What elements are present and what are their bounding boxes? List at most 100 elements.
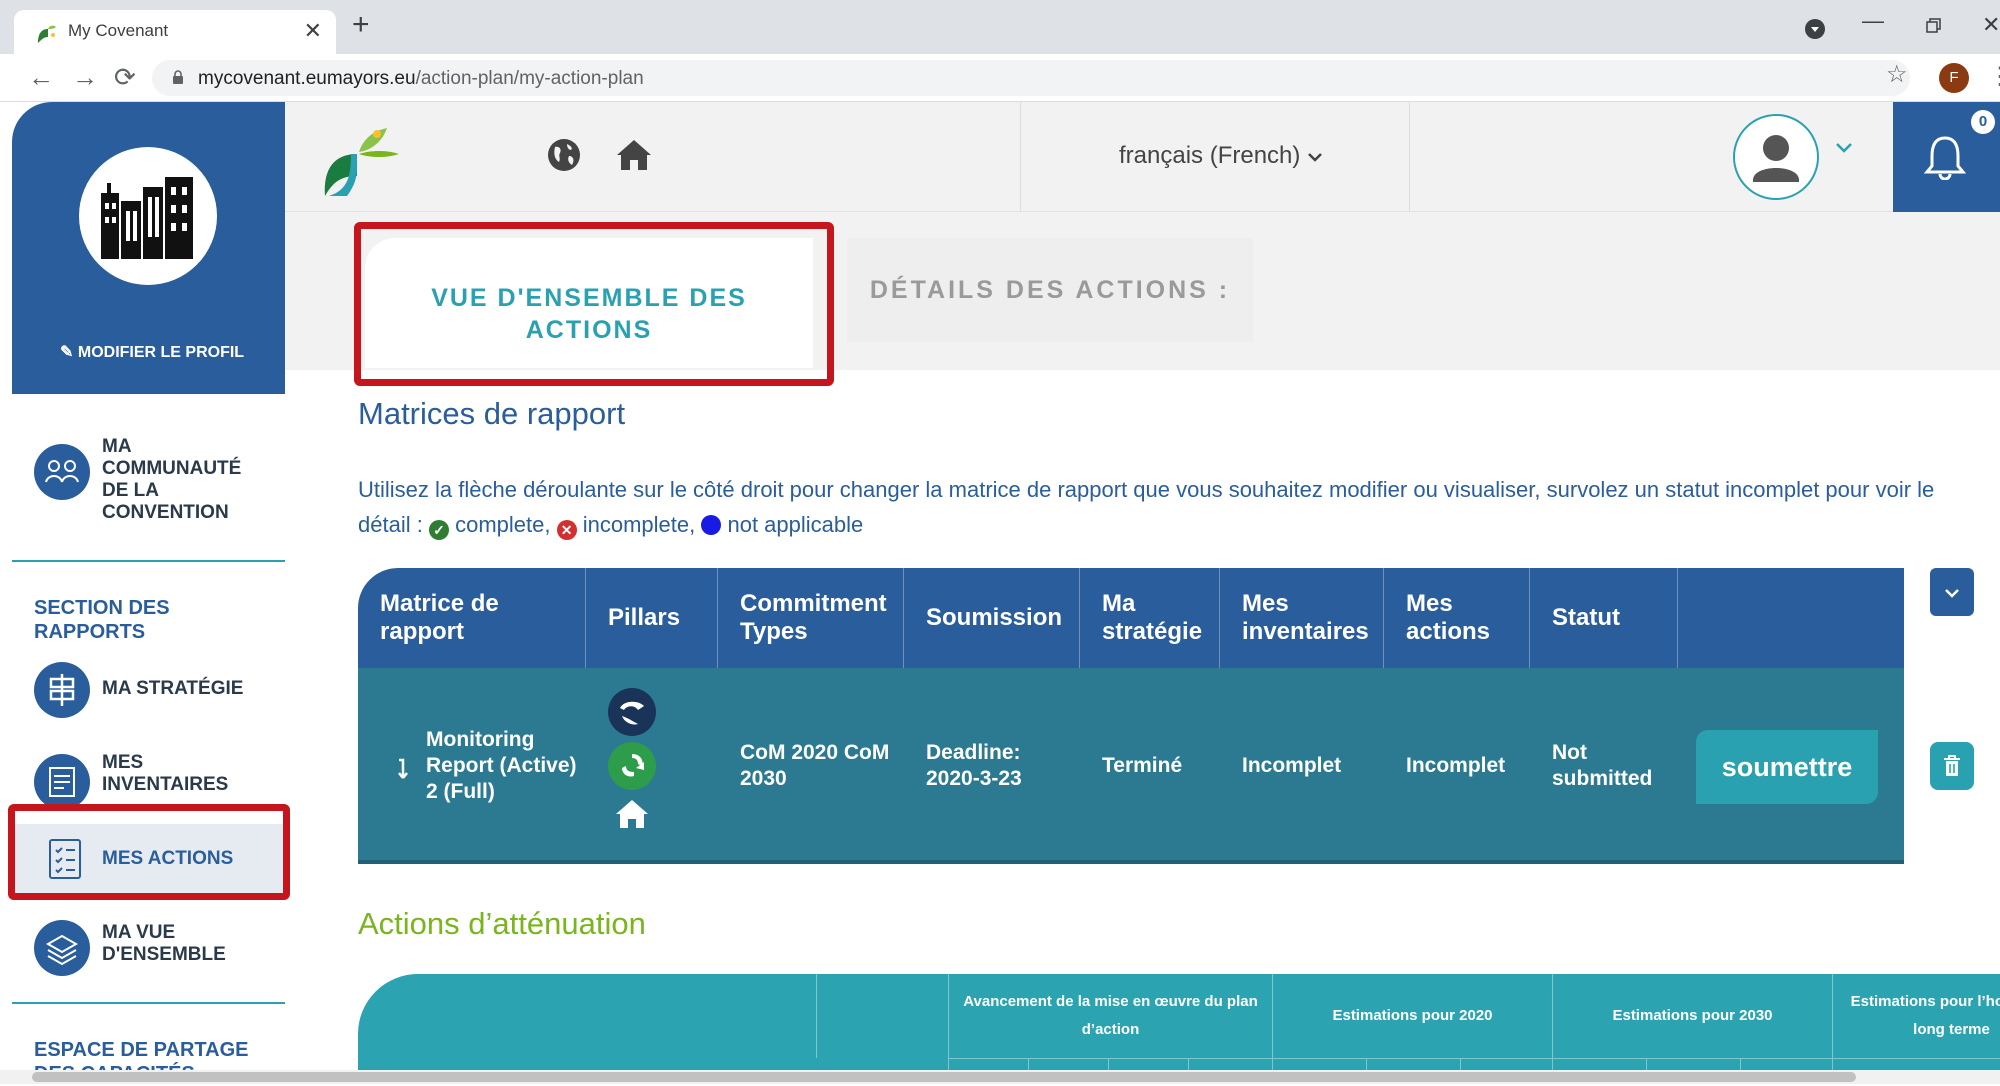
legend-incomplete: incomplete, bbox=[582, 512, 696, 537]
cell-status: Not submitted bbox=[1552, 741, 1653, 790]
mitigation-table: Avancement de la mise en œuvre du plan d… bbox=[358, 974, 2000, 1084]
bell-icon bbox=[1923, 136, 1967, 180]
not-applicable-icon bbox=[701, 515, 722, 535]
horizontal-scrollbar[interactable] bbox=[0, 1070, 2000, 1084]
sidebar: ✎ MODIFIER LE PROFIL MA COMMUNAUTÉ DE LA… bbox=[12, 102, 285, 1085]
matrix-dropdown-button[interactable] bbox=[1930, 568, 1974, 616]
header-actions: Mes actions bbox=[1384, 568, 1530, 668]
url-text: mycovenant.eumayors.eu/action-plan/my-ac… bbox=[198, 68, 644, 89]
language-select[interactable]: français (French) bbox=[1119, 142, 1323, 170]
back-icon[interactable]: ← bbox=[28, 62, 54, 93]
edit-icon: ✎ bbox=[60, 344, 74, 361]
mitigation-header-empty bbox=[816, 974, 948, 1058]
header-matrix: Matrice de rapport bbox=[358, 568, 586, 668]
city-logo bbox=[79, 147, 217, 285]
sidebar-item-community[interactable]: MA COMMUNAUTÉ DE LA CONVENTION bbox=[12, 420, 285, 560]
intro-text: Utilisez la flèche déroulante sur le côt… bbox=[358, 472, 1958, 542]
header-divider bbox=[1409, 102, 1410, 212]
report-matrix-table: Matrice de rapport Pillars Commitment Ty… bbox=[358, 568, 1904, 864]
tab-close-icon[interactable]: ✕ bbox=[304, 18, 322, 44]
table-row: Monitoring Report (Active) 2 (Full) CoM … bbox=[358, 668, 1904, 864]
cell-matrix: Monitoring Report (Active) 2 (Full) bbox=[426, 728, 577, 803]
table-header: Matrice de rapport Pillars Commitment Ty… bbox=[358, 568, 1904, 668]
sidebar-divider bbox=[12, 560, 285, 562]
lock-icon bbox=[173, 70, 183, 84]
energy-poverty-home-icon bbox=[616, 800, 648, 828]
browser-tab-strip: My Covenant ✕ + — ✕ bbox=[0, 0, 2000, 54]
minimize-icon[interactable]: — bbox=[1862, 8, 1884, 34]
home-icon[interactable] bbox=[615, 138, 653, 172]
mitigation-header-2030: Estimations pour 2030 bbox=[1552, 974, 1832, 1058]
cell-submission: Deadline: 2020-3-23 bbox=[926, 741, 1022, 790]
media-control-icon[interactable] bbox=[1804, 18, 1826, 40]
scrollbar-thumb[interactable] bbox=[32, 1072, 1856, 1082]
city-buildings-icon bbox=[101, 177, 193, 259]
sidebar-community-label: MA COMMUNAUTÉ DE LA CONVENTION bbox=[102, 436, 242, 523]
delete-button[interactable] bbox=[1930, 742, 1974, 790]
cell-inventories-status[interactable]: Incomplet bbox=[1220, 668, 1384, 864]
mitigation-pillar-icon bbox=[608, 688, 656, 736]
address-bar: ← → ⟳ mycovenant.eumayors.eu/action-plan… bbox=[0, 54, 2000, 102]
mitigation-header-2020: Estimations pour 2020 bbox=[1272, 974, 1552, 1058]
url-input[interactable]: mycovenant.eumayors.eu/action-plan/my-ac… bbox=[152, 60, 1910, 96]
signpost-icon bbox=[34, 662, 90, 718]
layers-icon bbox=[34, 920, 90, 976]
header-divider bbox=[1020, 102, 1021, 212]
restore-icon[interactable] bbox=[1926, 18, 1942, 34]
sidebar-item-label: MES INVENTAIRES bbox=[102, 752, 229, 795]
header-inventories: Mes inventaires bbox=[1220, 568, 1384, 668]
legend-not-applicable: not applicable bbox=[727, 512, 864, 537]
bookmark-star-icon[interactable]: ☆ bbox=[1886, 60, 1908, 89]
chevron-down-icon bbox=[1945, 589, 1959, 598]
sidebar-item-label: MA STRATÉGIE bbox=[102, 678, 244, 699]
header-submission: Soumission bbox=[904, 568, 1080, 668]
modify-profile-link[interactable]: ✎ MODIFIER LE PROFIL bbox=[60, 342, 244, 362]
highlight-overview-tab bbox=[354, 222, 834, 386]
complete-icon: ✓ bbox=[428, 520, 449, 540]
header-pillars: Pillars bbox=[586, 568, 718, 668]
incomplete-icon: ✕ bbox=[556, 520, 577, 540]
page-title: Matrices de rapport bbox=[358, 396, 626, 431]
profile-panel: ✎ MODIFIER LE PROFIL bbox=[12, 102, 285, 394]
cell-strategy-status[interactable]: Terminé bbox=[1080, 668, 1220, 864]
reload-icon[interactable]: ⟳ bbox=[114, 62, 136, 93]
tab-details-label: DÉTAILS DES ACTIONS : bbox=[869, 276, 1231, 304]
highlight-mes-actions bbox=[8, 804, 290, 900]
cell-commitment-types: CoM 2020 CoM 2030 bbox=[740, 741, 890, 790]
notifications-button[interactable]: 0 bbox=[1893, 102, 2000, 212]
cell-actions-status[interactable]: Incomplet bbox=[1384, 668, 1530, 864]
tab-details[interactable]: DÉTAILS DES ACTIONS : bbox=[847, 238, 1253, 342]
forward-icon[interactable]: → bbox=[72, 62, 98, 93]
browser-profile-avatar[interactable]: F bbox=[1939, 63, 1969, 93]
sidebar-item-overview[interactable]: MA VUE D'ENSEMBLE bbox=[12, 912, 285, 992]
covenant-favicon-icon bbox=[38, 25, 56, 43]
mitigation-header-long-term: Estimations pour l’horizon à long terme bbox=[1832, 974, 2000, 1058]
trash-icon bbox=[1944, 755, 1960, 776]
user-menu-chevron-icon[interactable] bbox=[1835, 140, 1853, 154]
browser-tab[interactable]: My Covenant ✕ bbox=[14, 10, 336, 54]
mitigation-heading: Actions d’atténuation bbox=[358, 906, 646, 941]
covenant-logo[interactable] bbox=[321, 124, 401, 198]
legend-complete: complete, bbox=[455, 512, 551, 537]
community-icon bbox=[34, 444, 90, 500]
notification-count-badge: 0 bbox=[1971, 110, 1995, 134]
submit-button[interactable]: soumettre bbox=[1696, 730, 1878, 804]
sidebar-item-strategy[interactable]: MA STRATÉGIE bbox=[12, 656, 285, 726]
sidebar-item-label: MA VUE D'ENSEMBLE bbox=[102, 922, 226, 965]
adaptation-pillar-icon bbox=[608, 742, 656, 790]
header-status: Statut bbox=[1530, 568, 1678, 668]
user-avatar[interactable] bbox=[1733, 114, 1819, 200]
reports-section-title: SECTION DES RAPPORTS bbox=[34, 597, 170, 643]
sidebar-divider bbox=[12, 1002, 285, 1004]
inventory-icon bbox=[34, 754, 90, 810]
language-label: français (French) bbox=[1119, 142, 1301, 169]
browser-menu-icon[interactable]: ⋮ bbox=[1988, 62, 2000, 91]
new-tab-button[interactable]: + bbox=[352, 10, 370, 40]
app-header: français (French) 0 bbox=[285, 102, 2000, 212]
header-commitment-types: Commitment Types bbox=[718, 568, 904, 668]
globe-icon[interactable] bbox=[547, 138, 581, 172]
tab-title: My Covenant bbox=[68, 21, 169, 40]
close-window-icon[interactable]: ✕ bbox=[1982, 12, 2000, 38]
modify-profile-label: MODIFIER LE PROFIL bbox=[77, 344, 245, 361]
user-icon bbox=[1753, 135, 1799, 182]
